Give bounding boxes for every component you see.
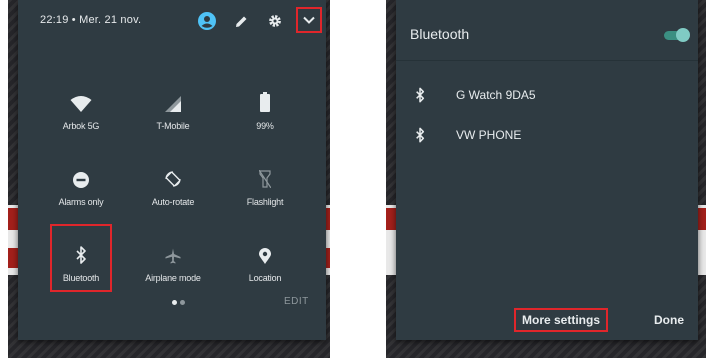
tile-flashlight[interactable]: Flashlight (220, 160, 310, 207)
device-name: G Watch 9DA5 (456, 88, 536, 102)
edit-button[interactable]: EDIT (284, 296, 309, 307)
flashlight-icon (220, 160, 310, 188)
signal-icon (128, 84, 218, 112)
tile-wifi[interactable]: Arbok 5G (36, 84, 126, 131)
battery-icon (220, 84, 310, 112)
tile-bluetooth[interactable]: Bluetooth (36, 236, 126, 283)
quick-settings-screen: 22:19 • Mer. 21 nov. Arbok 5G T-Mobile 9… (8, 0, 330, 358)
wifi-icon (36, 84, 126, 112)
more-settings-button[interactable]: More settings (513, 308, 609, 332)
tile-label: Auto-rotate (151, 197, 195, 207)
tile-label: T-Mobile (156, 121, 190, 131)
tile-mobile-signal[interactable]: T-Mobile (128, 84, 218, 131)
status-time-date: 22:19 • Mer. 21 nov. (40, 14, 142, 26)
quick-settings-panel: 22:19 • Mer. 21 nov. Arbok 5G T-Mobile 9… (18, 0, 326, 340)
tile-label: Location (248, 273, 282, 283)
done-button[interactable]: Done (654, 313, 684, 327)
panel-title: Bluetooth (410, 26, 470, 42)
tile-label: Arbok 5G (62, 121, 100, 131)
chevron-down-icon (303, 16, 315, 24)
bluetooth-icon (410, 127, 430, 143)
tile-label: Alarms only (58, 197, 104, 207)
do-not-disturb-icon (36, 160, 126, 188)
edit-pencil-icon[interactable] (230, 10, 252, 32)
tile-location[interactable]: Location (220, 236, 310, 283)
tile-label: Bluetooth (62, 273, 100, 283)
bluetooth-icon (410, 87, 430, 103)
device-item[interactable]: VW PHONE (410, 120, 521, 150)
airplane-icon (128, 236, 218, 264)
tile-battery[interactable]: 99% (220, 84, 310, 131)
auto-rotate-icon (128, 160, 218, 188)
tile-label: Airplane mode (145, 273, 201, 283)
settings-gear-icon[interactable] (264, 10, 286, 32)
divider (396, 60, 698, 61)
location-icon (220, 236, 310, 264)
device-item[interactable]: G Watch 9DA5 (410, 80, 536, 110)
device-name: VW PHONE (456, 128, 522, 142)
bluetooth-dialog-screen: Bluetooth G Watch 9DA5 VW PHONE More set… (386, 0, 706, 358)
bluetooth-toggle[interactable] (664, 28, 690, 42)
bluetooth-icon (36, 236, 126, 264)
tile-airplane-mode[interactable]: Airplane mode (128, 236, 218, 283)
toggle-thumb (676, 28, 690, 42)
page-indicator (172, 300, 185, 305)
tile-label: Flashlight (246, 197, 284, 207)
tile-auto-rotate[interactable]: Auto-rotate (128, 160, 218, 207)
page-dot (180, 300, 185, 305)
bluetooth-panel: Bluetooth G Watch 9DA5 VW PHONE More set… (396, 0, 698, 340)
expand-chevron-button[interactable] (296, 7, 322, 33)
tile-do-not-disturb[interactable]: Alarms only (36, 160, 126, 207)
page-dot-active (172, 300, 177, 305)
tile-label: 99% (256, 121, 274, 131)
profile-icon[interactable] (196, 10, 218, 32)
